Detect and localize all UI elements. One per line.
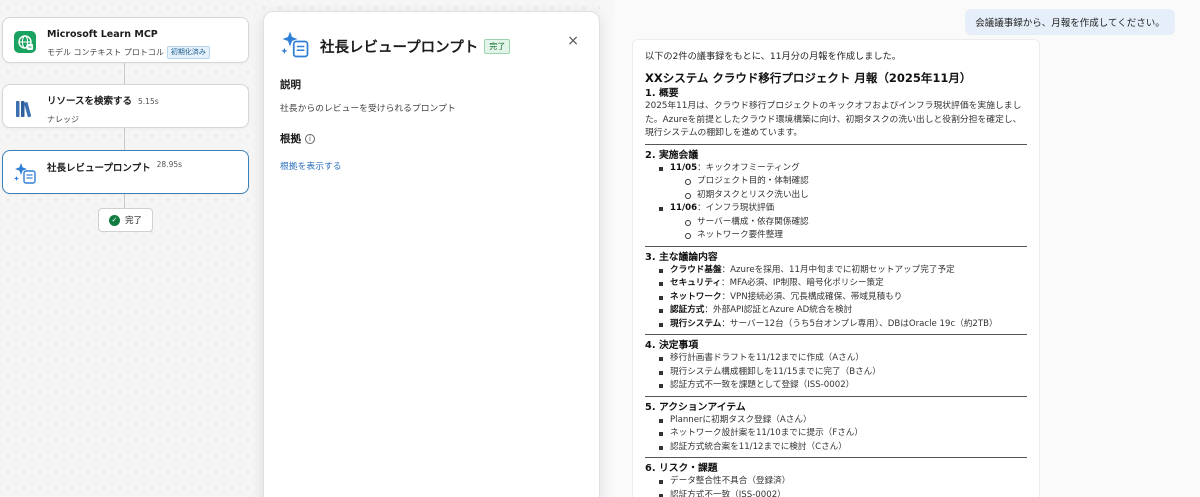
panel-title: 社長レビュープロンプト bbox=[320, 39, 479, 56]
reply-intro: 以下の2件の議事録をもとに、11月分の月報を作成しました。 bbox=[645, 51, 901, 62]
list-item: クラウド基盤：Azureを採用、11月中旬までに初期セットアップ完了予定 bbox=[657, 264, 1027, 278]
basis-label: 根拠 bbox=[280, 133, 301, 145]
list-item: 認証方式：外部API認証とAzure AD統合を検討 bbox=[657, 304, 1027, 318]
check-circle-icon: ✓ bbox=[108, 214, 120, 226]
description-text: 社長からのレビューを受けられるプロンプト bbox=[280, 104, 456, 114]
info-icon[interactable]: i bbox=[305, 134, 315, 144]
section-heading: 3. 主な議論内容 bbox=[645, 251, 718, 263]
meeting-list: 11/05：キックオフミーティング プロジェクト目的・体制確認 初期タスクとリス… bbox=[657, 162, 1027, 243]
status-badge: 完了 bbox=[484, 38, 511, 54]
divider bbox=[645, 245, 1027, 247]
list-item: 11/05：キックオフミーティング プロジェクト目的・体制確認 初期タスクとリス… bbox=[657, 162, 1027, 203]
node-title: リソースを検索する bbox=[47, 96, 133, 107]
workflow-node-mcp[interactable]: Microsoft Learn MCP モデル コンテキスト プロトコル 初期化済… bbox=[2, 17, 249, 63]
report-title: XXシステム クラウド移行プロジェクト 月報（2025年11月） bbox=[645, 71, 972, 85]
list-item: ネットワーク要件整理 bbox=[684, 229, 1027, 243]
connector-line bbox=[124, 63, 125, 84]
node-subtitle: ナレッジ bbox=[47, 115, 79, 124]
list-item: 初期タスクとリスク洗い出し bbox=[684, 189, 1027, 203]
action-item-list: Plannerに初期タスク登録（Aさん） ネットワーク設計案を11/10までに提… bbox=[657, 414, 1027, 455]
workflow-node-president-review[interactable]: 社長レビュープロンプト 28.95s bbox=[2, 150, 249, 194]
node-duration: 28.95s bbox=[156, 160, 183, 169]
initialized-badge: 初期化済み bbox=[166, 46, 210, 59]
list-item: 移行計画書ドラフトを11/12までに作成（Aさん） bbox=[657, 352, 1027, 366]
risk-list: データ整合性不具合（登録済） 認証方式不一致（ISS-0002） bbox=[657, 475, 1027, 497]
list-item: サーバー構成・依存関係確認 bbox=[684, 216, 1027, 230]
close-icon[interactable]: × bbox=[567, 34, 579, 48]
list-item: 現行システム：サーバー12台（うち5台オンプレ専用）、DBはOracle 19c… bbox=[657, 318, 1027, 332]
assistant-reply: 以下の2件の議事録をもとに、11月分の月報を作成しました。 XXシステム クラウ… bbox=[632, 39, 1040, 497]
sparkle-doc-icon bbox=[280, 29, 310, 63]
connector-line bbox=[124, 194, 125, 208]
section-heading: 5. アクションアイテム bbox=[645, 401, 746, 413]
node-title: 社長レビュープロンプト bbox=[47, 163, 151, 174]
sparkle-doc-icon bbox=[13, 161, 37, 185]
decision-list: 移行計画書ドラフトを11/12までに作成（Aさん） 現行システム構成棚卸しを11… bbox=[657, 352, 1027, 393]
list-item: 11/06：インフラ現状評価 サーバー構成・依存関係確認 ネットワーク要件整理 bbox=[657, 202, 1027, 243]
done-status-chip: ✓ 完了 bbox=[98, 208, 153, 232]
done-label: 完了 bbox=[124, 216, 142, 226]
node-subtitle: モデル コンテキスト プロトコル bbox=[47, 48, 164, 57]
list-item: Plannerに初期タスク登録（Aさん） bbox=[657, 414, 1027, 428]
list-item: 認証方式不一致を課題として登録（ISS-0002） bbox=[657, 379, 1027, 393]
node-duration: 5.15s bbox=[138, 97, 159, 106]
section-heading: 6. リスク・課題 bbox=[645, 463, 718, 474]
discussion-list: クラウド基盤：Azureを採用、11月中旬までに初期セットアップ完了予定 セキュ… bbox=[657, 264, 1027, 332]
section-heading: 1. 概要 bbox=[645, 88, 679, 99]
list-item: プロジェクト目的・体制確認 bbox=[684, 175, 1027, 189]
user-message: 会議議事録から、月報を作成してください。 bbox=[965, 9, 1175, 35]
list-item: ネットワーク設計案を11/10までに提示（Fさん） bbox=[657, 427, 1027, 441]
list-item: セキュリティ：MFA必須、IP制限、暗号化ポリシー策定 bbox=[657, 277, 1027, 291]
divider bbox=[645, 457, 1027, 458]
section-heading: 2. 実施会議 bbox=[645, 149, 699, 161]
section-heading: 4. 決定事項 bbox=[645, 340, 699, 351]
list-item: 現行システム構成棚卸しを11/15までに完了（Bさん） bbox=[657, 366, 1027, 380]
workflow-node-search-resources[interactable]: リソースを検索する 5.15s ナレッジ bbox=[2, 84, 249, 128]
description-label: 説明 bbox=[280, 79, 301, 91]
node-title: Microsoft Learn MCP bbox=[47, 29, 158, 40]
show-basis-link[interactable]: 根拠を表示する bbox=[280, 159, 583, 172]
divider bbox=[645, 395, 1027, 397]
list-item: データ整合性不具合（登録済） bbox=[657, 475, 1027, 489]
divider bbox=[645, 143, 1027, 145]
mcp-globe-icon bbox=[13, 30, 37, 54]
books-icon bbox=[13, 97, 37, 121]
connector-line bbox=[124, 128, 125, 150]
detail-panel: 社長レビュープロンプト 完了 × 説明 社長からのレビューを受けられるプロンプト… bbox=[263, 11, 600, 497]
list-item: ネットワーク：VPN接続必須、冗長構成確保、帯域見積もり bbox=[657, 291, 1027, 305]
list-item: 認証方式不一致（ISS-0002） bbox=[657, 489, 1027, 497]
list-item: 認証方式統合案を11/12までに検討（Cさん） bbox=[657, 441, 1027, 455]
chat-area[interactable]: 会議議事録から、月報を作成してください。 以下の2件の議事録をもとに、11月分の… bbox=[613, 0, 1200, 497]
divider bbox=[645, 334, 1027, 335]
section-paragraph: 2025年11月は、クラウド移行プロジェクトのキックオフおよびインフラ現状評価を… bbox=[645, 101, 1022, 138]
